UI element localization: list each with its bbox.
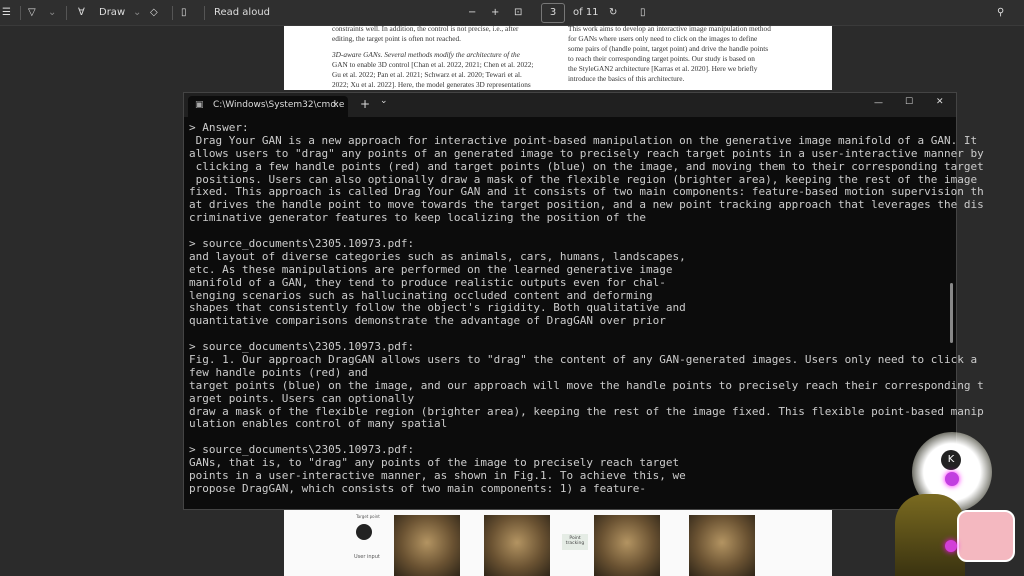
terminal-line: manifold of a GAN, they tend to produce …	[189, 275, 666, 289]
cmd-icon: ▣	[195, 100, 204, 110]
terminal-line: Fig. 1. Our approach DragGAN allows user…	[189, 353, 978, 367]
close-tab-button[interactable]: ×	[332, 100, 340, 110]
pdf-right-column: This work aims to develop an interactive…	[568, 24, 790, 84]
user-input-label: User input	[354, 554, 380, 560]
minimize-button[interactable]: —	[874, 98, 883, 108]
terminal-line: criminative generator features to keep l…	[189, 211, 646, 225]
terminal-line: > Answer:	[189, 121, 249, 134]
search-icon[interactable]: ⚲	[997, 6, 1004, 20]
divider	[204, 6, 205, 20]
pdf-figure: Target point User input Point tracking	[284, 510, 832, 576]
point-tracking-box: Point tracking	[562, 534, 588, 550]
pdf-line: GAN to enable 3D control [Chan et al. 20…	[332, 60, 534, 69]
terminal-line: arget points. Users can optionally	[189, 391, 415, 405]
maximize-button[interactable]: ☐	[905, 97, 913, 107]
pdf-line: 2022; Xu et al. 2022]. Here, the model g…	[332, 80, 531, 89]
pdf-page: constraints well. In addition, the contr…	[284, 24, 832, 90]
pdf-toolbar: ☰ ▽ ⌄ ∀ Draw ⌄ ◇ ▯ Read aloud − + ⊡ 3 of…	[0, 0, 1024, 26]
fit-page-icon[interactable]: ⊡	[514, 6, 522, 20]
scrollbar[interactable]	[950, 283, 953, 343]
lion-image	[594, 515, 660, 576]
pdf-line: some pairs of (handle point, target poin…	[568, 44, 769, 53]
terminal-line: target points (blue) on the image, and o…	[189, 378, 984, 392]
text-icon[interactable]: ▯	[181, 6, 187, 20]
zoom-out-button[interactable]: −	[468, 6, 476, 20]
tab-dropdown-button[interactable]: ⌄	[380, 96, 388, 106]
chevron-down-icon[interactable]: ⌄	[48, 6, 56, 20]
terminal-tab[interactable]: ▣ C:\Windows\System32\cmd.e ×	[188, 96, 348, 117]
user-icon	[356, 524, 372, 540]
pdf-left-column: constraints well. In addition, the contr…	[332, 24, 554, 90]
terminal-line: clicking a few handle points (red) and t…	[189, 159, 984, 173]
terminal-line: quantitative comparisons demonstrate the…	[189, 314, 666, 328]
terminal-output[interactable]: > Answer: Drag Your GAN is a new approac…	[184, 117, 984, 496]
divider	[20, 6, 21, 20]
terminal-line: allows users to "drag" any points of an …	[189, 146, 984, 160]
highlight-icon[interactable]: ▽	[28, 6, 36, 20]
draw-button[interactable]: Draw	[99, 6, 125, 20]
pdf-line: for GANs where users only need to click …	[568, 34, 758, 43]
page-total: of 11	[573, 7, 599, 18]
read-aloud-button[interactable]: Read aloud	[214, 6, 270, 20]
pdf-line: the StyleGAN2 architecture [Karras et al…	[568, 64, 758, 73]
divider	[66, 6, 67, 20]
terminal-line: Drag Your GAN is a new approach for inte…	[189, 133, 978, 147]
pdf-line: editing, the target point is often not r…	[332, 34, 461, 43]
lion-image	[484, 515, 550, 576]
avatar-light	[945, 540, 957, 552]
avatar-body	[895, 494, 965, 576]
new-tab-button[interactable]: +	[360, 97, 370, 111]
lion-image	[394, 515, 460, 576]
avatar-badge: K	[941, 450, 961, 470]
pdf-line: constraints well. In addition, the contr…	[332, 24, 519, 33]
terminal-line: few handle points (red) and	[189, 365, 368, 379]
terminal-line: propose DragGAN, which consists of two m…	[189, 481, 646, 495]
streamer-avatar: K	[895, 432, 1024, 576]
eraser-icon[interactable]: ◇	[150, 6, 158, 20]
draw-icon[interactable]: ∀	[78, 6, 85, 20]
pdf-line: to reach their corresponding target poin…	[568, 54, 755, 63]
terminal-titlebar: ▣ C:\Windows\System32\cmd.e × + ⌄ — ☐ ✕	[184, 93, 956, 117]
terminal-line: and layout of diverse categories such as…	[189, 249, 686, 263]
pdf-line: This work aims to develop an interactive…	[568, 24, 771, 33]
zoom-in-button[interactable]: +	[491, 6, 499, 20]
avatar-eye	[945, 472, 959, 486]
page-number-input[interactable]: 3	[541, 3, 565, 23]
pdf-line: 3D-aware GANs. Several methods modify th…	[332, 50, 520, 59]
close-button[interactable]: ✕	[936, 97, 944, 107]
terminal-line: points in a user-interactive manner, as …	[189, 469, 686, 483]
figure-legend: Target point	[356, 514, 380, 519]
terminal-line: ulation enables control of many spatial	[189, 417, 448, 431]
divider	[172, 6, 173, 20]
pdf-line: Gu et al. 2022; Pan et al. 2021; Schwarz…	[332, 70, 522, 79]
tab-title: C:\Windows\System32\cmd.e	[213, 100, 345, 110]
lion-image	[689, 515, 755, 576]
terminal-line: > source_documents\2305.10973.pdf:	[189, 237, 415, 251]
chevron-down-icon[interactable]: ⌄	[133, 6, 141, 20]
terminal-line: etc. As these manipulations are performe…	[189, 262, 673, 276]
rotate-icon[interactable]: ↻	[609, 6, 617, 20]
pdf-line: introduce the basics of this architectur…	[568, 74, 685, 83]
terminal-window: ▣ C:\Windows\System32\cmd.e × + ⌄ — ☐ ✕ …	[183, 92, 984, 510]
contents-icon[interactable]: ☰	[2, 6, 11, 20]
pig-icon	[957, 510, 1015, 562]
page-view-icon[interactable]: ▯	[640, 6, 646, 20]
